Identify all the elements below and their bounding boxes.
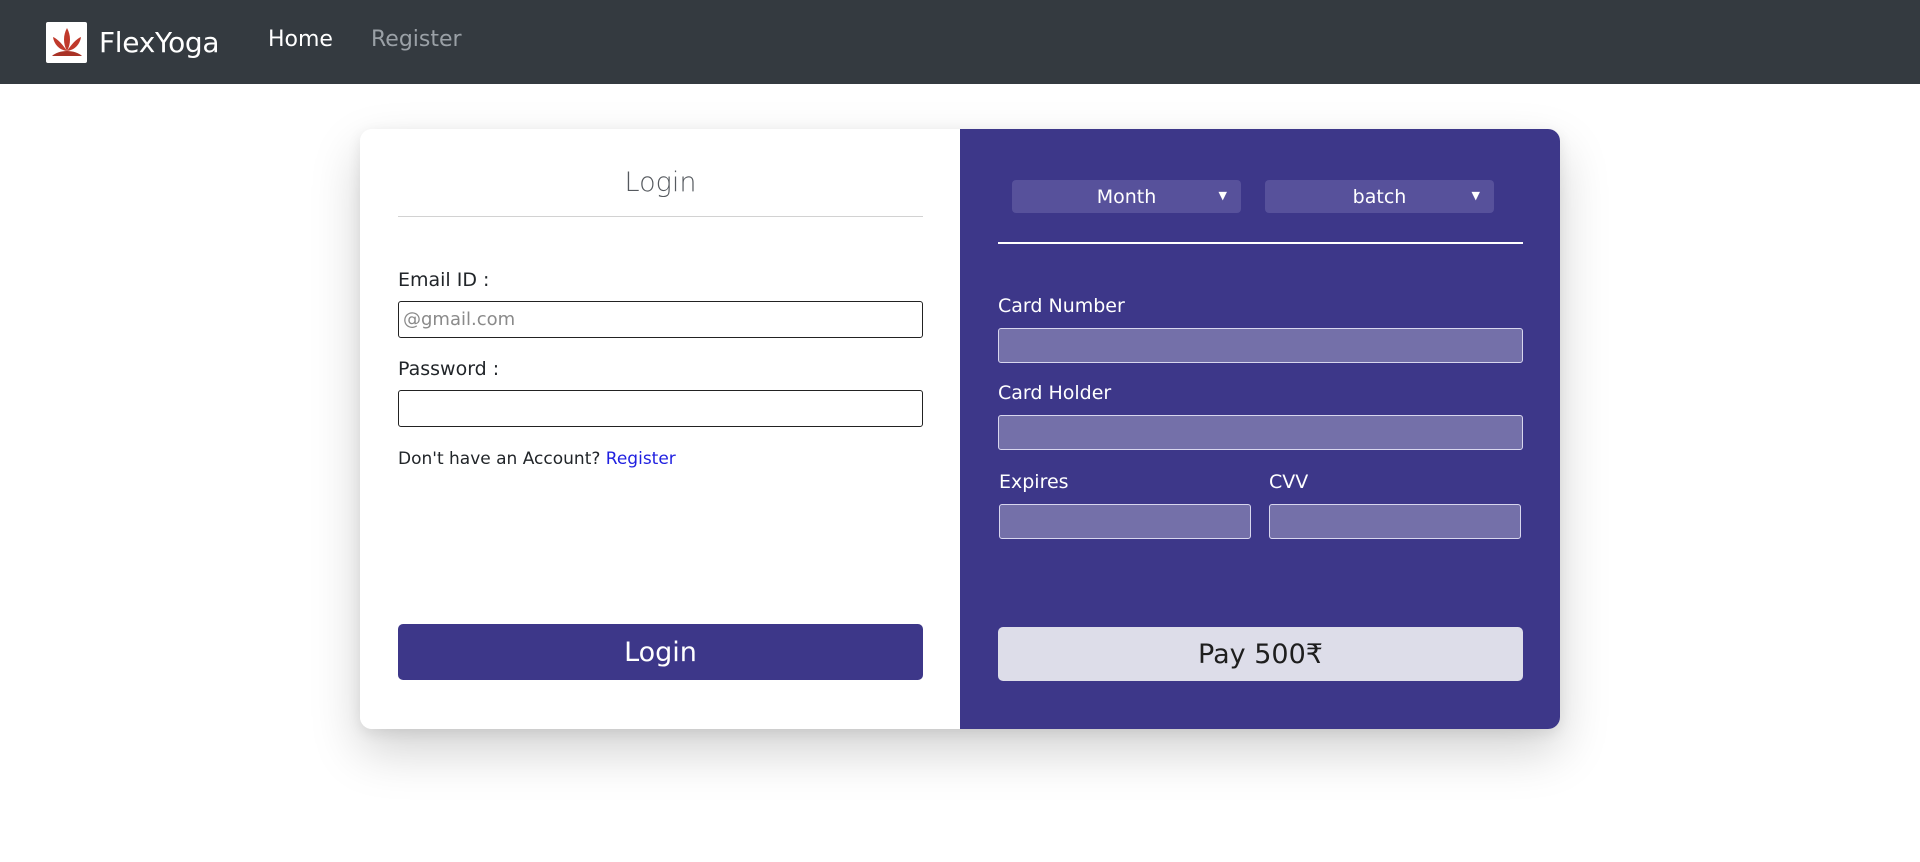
batch-select[interactable]: batch ▼ [1265,180,1494,213]
pay-button[interactable]: Pay 500₹ [998,627,1523,681]
register-prompt-text: Don't have an Account? [398,449,601,469]
nav-home-link[interactable]: Home [268,27,333,52]
card-holder-input[interactable] [998,415,1523,450]
card-number-input[interactable] [998,328,1523,363]
login-button[interactable]: Login [398,624,923,680]
dropdown-arrow-icon: ▼ [1471,189,1480,202]
card-number-label: Card Number [998,295,1125,317]
expires-input[interactable] [999,504,1251,539]
brand-name[interactable]: FlexYoga [99,26,220,59]
email-input[interactable] [398,301,923,338]
nav-register-link[interactable]: Register [371,27,462,52]
email-label: Email ID : [398,269,490,291]
login-divider [398,216,923,217]
expires-label: Expires [999,471,1069,493]
password-input[interactable] [398,390,923,427]
dropdown-arrow-icon: ▼ [1218,189,1227,202]
month-select-value: Month [1096,185,1157,208]
payment-divider [998,242,1523,244]
register-prompt: Don't have an Account? Register [398,449,676,469]
login-payment-card: Login Email ID : Password : Don't have a… [360,129,1560,729]
month-select[interactable]: Month ▼ [1012,180,1241,213]
lotus-icon[interactable] [46,21,87,63]
payment-panel: Month ▼ batch ▼ Card Number Card Holder … [960,129,1560,729]
password-label: Password : [398,358,500,380]
batch-select-value: batch [1352,185,1407,208]
navbar: FlexYoga Home Register [0,0,1920,84]
register-link[interactable]: Register [606,449,676,469]
login-panel: Login Email ID : Password : Don't have a… [360,129,960,729]
card-holder-label: Card Holder [998,382,1112,404]
cvv-label: CVV [1269,471,1309,493]
login-title: Login [624,167,697,198]
cvv-input[interactable] [1269,504,1521,539]
brand[interactable]: FlexYoga [46,21,220,63]
